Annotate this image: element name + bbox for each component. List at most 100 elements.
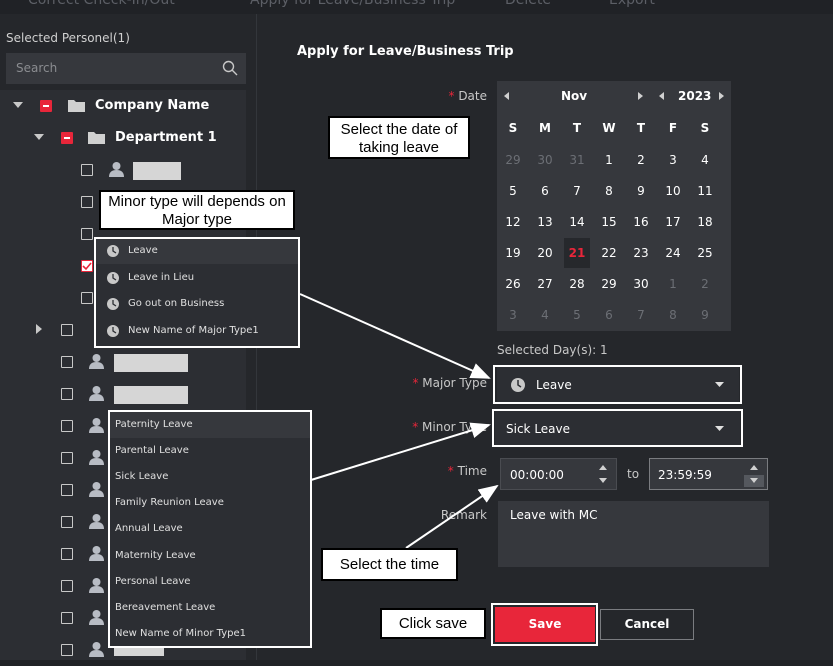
major-type-option[interactable]: Leave: [96, 239, 298, 265]
calendar-day[interactable]: 5: [564, 302, 590, 328]
cancel-button[interactable]: Cancel: [600, 609, 694, 640]
tree-row-person[interactable]: [0, 154, 246, 186]
calendar-day[interactable]: 15: [596, 209, 622, 235]
person-checkbox[interactable]: [61, 484, 73, 496]
person-checkbox[interactable]: [61, 612, 73, 624]
calendar-day[interactable]: 18: [692, 209, 718, 235]
calendar-day[interactable]: 24: [660, 240, 686, 266]
calendar-day[interactable]: 30: [628, 271, 654, 297]
calendar-day[interactable]: 26: [500, 271, 526, 297]
calendar-day[interactable]: 19: [500, 240, 526, 266]
minor-type-option[interactable]: Paternity Leave: [110, 412, 310, 438]
calendar-day[interactable]: 20: [532, 240, 558, 266]
calendar-day[interactable]: 7: [628, 302, 654, 328]
increment-icon[interactable]: [599, 465, 607, 470]
person-checkbox[interactable]: [61, 452, 73, 464]
decrement-icon[interactable]: [599, 478, 607, 483]
minor-type-option[interactable]: Maternity Leave: [110, 543, 310, 569]
minor-type-option[interactable]: Sick Leave: [110, 464, 310, 490]
calendar-day[interactable]: 6: [596, 302, 622, 328]
next-year-icon[interactable]: [719, 92, 725, 100]
department-checkbox[interactable]: [61, 132, 73, 144]
time-from-input[interactable]: 00:00:00: [500, 458, 617, 490]
calendar-day[interactable]: 2: [692, 271, 718, 297]
calendar-day[interactable]: 8: [596, 178, 622, 204]
calendar-day[interactable]: 2: [628, 147, 654, 173]
decrement-icon[interactable]: [750, 478, 758, 483]
minor-type-option[interactable]: Annual Leave: [110, 516, 310, 542]
company-checkbox[interactable]: [40, 100, 52, 112]
calendar-day[interactable]: 6: [532, 178, 558, 204]
calendar-month[interactable]: Nov: [561, 89, 587, 103]
calendar-day[interactable]: 4: [532, 302, 558, 328]
person-checkbox[interactable]: [81, 196, 93, 208]
calendar-day[interactable]: 9: [692, 302, 718, 328]
minor-type-option[interactable]: Bereavement Leave: [110, 595, 310, 621]
minor-type-option[interactable]: Parental Leave: [110, 438, 310, 464]
calendar-day[interactable]: 22: [596, 240, 622, 266]
person-checkbox[interactable]: [61, 420, 73, 432]
remark-textarea[interactable]: Leave with MC: [498, 501, 769, 567]
person-checkbox[interactable]: [61, 356, 73, 368]
calendar-day[interactable]: 30: [532, 147, 558, 173]
major-type-option[interactable]: New Name of Major Type1: [96, 319, 298, 345]
calendar-day[interactable]: 17: [660, 209, 686, 235]
calendar-day[interactable]: 1: [596, 147, 622, 173]
next-month-icon[interactable]: [638, 92, 644, 100]
calendar-day[interactable]: 9: [628, 178, 654, 204]
calendar-day[interactable]: 28: [564, 271, 590, 297]
person-checkbox[interactable]: [61, 548, 73, 560]
person-checkbox[interactable]: [81, 164, 93, 176]
calendar-day[interactable]: 13: [532, 209, 558, 235]
calendar-day[interactable]: 12: [500, 209, 526, 235]
calendar-day[interactable]: 7: [564, 178, 590, 204]
correct-checkin-button[interactable]: Correct Check-In/Out: [28, 0, 175, 8]
person-checkbox[interactable]: [61, 644, 73, 656]
calendar-day[interactable]: 5: [500, 178, 526, 204]
increment-icon[interactable]: [750, 465, 758, 470]
prev-month-icon[interactable]: [504, 92, 510, 100]
calendar-day[interactable]: 8: [660, 302, 686, 328]
calendar-day[interactable]: 16: [628, 209, 654, 235]
minor-type-option[interactable]: Family Reunion Leave: [110, 490, 310, 516]
calendar-day[interactable]: 23: [628, 240, 654, 266]
major-type-option[interactable]: Leave in Lieu: [96, 266, 298, 292]
search-input[interactable]: Search: [6, 53, 246, 84]
calendar-day[interactable]: 29: [500, 147, 526, 173]
person-checkbox[interactable]: [81, 292, 93, 304]
tree-row-department[interactable]: Department 1: [0, 122, 246, 154]
prev-year-icon[interactable]: [659, 92, 665, 100]
calendar-day[interactable]: 27: [532, 271, 558, 297]
calendar-day[interactable]: 1: [660, 271, 686, 297]
calendar-day[interactable]: 29: [596, 271, 622, 297]
expand-down-icon[interactable]: [13, 102, 23, 109]
person-checkbox[interactable]: [61, 516, 73, 528]
calendar-day[interactable]: 31: [564, 147, 590, 173]
calendar-day-selected[interactable]: 21: [564, 238, 590, 268]
calendar-day[interactable]: 4: [692, 147, 718, 173]
person-checkbox[interactable]: [81, 228, 93, 240]
person-checkbox[interactable]: [61, 580, 73, 592]
expand-right-icon[interactable]: [36, 324, 43, 334]
subgroup-checkbox[interactable]: [61, 324, 73, 336]
calendar-day[interactable]: 3: [660, 147, 686, 173]
calendar-year[interactable]: 2023: [678, 89, 711, 103]
calendar-day[interactable]: 10: [660, 178, 686, 204]
calendar-day[interactable]: 14: [564, 209, 590, 235]
expand-down-icon[interactable]: [34, 134, 44, 141]
tree-row-person[interactable]: [0, 378, 246, 410]
export-button[interactable]: Export: [609, 0, 655, 8]
person-checkbox-checked[interactable]: [81, 260, 93, 272]
major-type-option[interactable]: Go out on Business: [96, 292, 298, 318]
calendar-day[interactable]: 11: [692, 178, 718, 204]
apply-leave-button[interactable]: Apply for Leave/Business Trip: [250, 0, 455, 8]
time-to-input[interactable]: 23:59:59: [649, 458, 768, 490]
tree-row-company[interactable]: Company Name: [0, 90, 246, 122]
search-icon[interactable]: [222, 60, 238, 76]
calendar-day[interactable]: 25: [692, 240, 718, 266]
tree-row-person[interactable]: [0, 346, 246, 378]
minor-type-option[interactable]: Personal Leave: [110, 569, 310, 595]
delete-button[interactable]: Delete: [505, 0, 551, 8]
minor-type-option[interactable]: New Name of Minor Type1: [110, 621, 310, 647]
calendar-day[interactable]: 3: [500, 302, 526, 328]
